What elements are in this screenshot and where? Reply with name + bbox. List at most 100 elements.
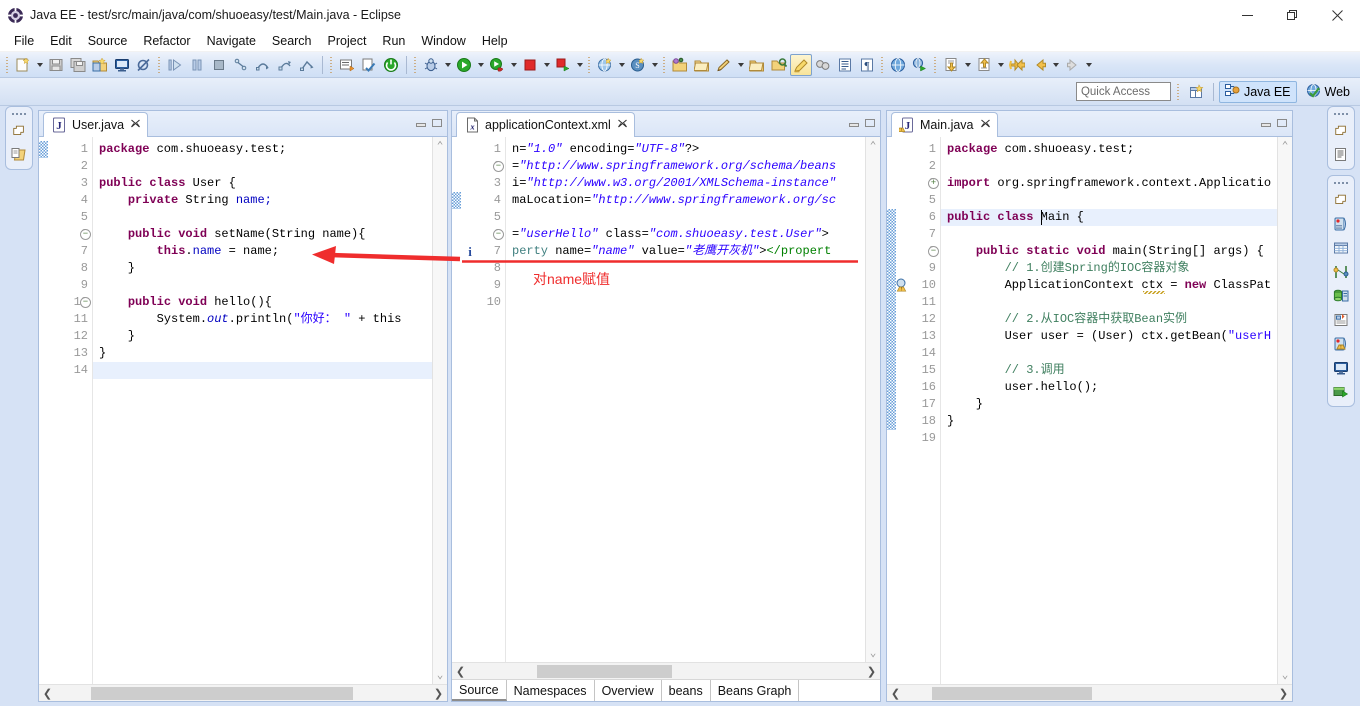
toolbar-button-save[interactable] [45,54,67,76]
scrollbar-thumb[interactable] [91,687,353,700]
toolbar-button-drop-to-frame[interactable] [296,54,318,76]
tab-applicationcontext-xml[interactable]: x applicationContext.xml [456,112,635,137]
toolbar-button-link-editor[interactable] [812,54,834,76]
toolbar-grip[interactable] [662,55,667,74]
chevron-down-icon[interactable] [616,54,627,76]
xml-tab-namespaces[interactable]: Namespaces [507,680,595,701]
code-area[interactable]: n="1.0" encoding="UTF-8"?> ="http://www.s… [506,137,880,662]
scrollbar-thumb[interactable] [537,665,672,678]
toolbar-button-toggle-block-selection[interactable] [834,54,856,76]
vertical-scrollbar[interactable]: ⌃ ⌄ [865,137,880,662]
toolbar-button-previous-annotation[interactable] [973,54,995,76]
toolbar-grip[interactable] [329,55,334,74]
toolbar-grip[interactable] [880,55,885,74]
toolbar-button-open-console[interactable] [111,54,133,76]
fast-view-properties-table[interactable] [1330,237,1352,258]
toolbar-button-show-whitespace[interactable]: ¶ [856,54,878,76]
toolbar-button-last-edit-location[interactable] [1006,54,1028,76]
scroll-up-icon[interactable]: ⌃ [1282,139,1289,153]
minimize-view-icon[interactable] [415,117,427,131]
code-area[interactable]: package com.shuoeasy.test; public class U… [93,137,447,684]
chevron-down-icon[interactable] [475,54,486,76]
toolbar-button-save-all[interactable] [67,54,89,76]
horizontal-scrollbar[interactable]: ❮ ❯ [887,684,1292,701]
scroll-up-icon[interactable]: ⌃ [870,139,877,153]
drag-handle[interactable] [1334,110,1348,117]
folding-collapse-icon[interactable]: − [493,229,504,240]
toolbar-grip[interactable] [587,55,592,74]
scroll-right-icon[interactable]: ❯ [1275,687,1292,700]
xml-tab-overview[interactable]: Overview [595,680,662,701]
toolbar-button-step-over[interactable] [252,54,274,76]
scroll-right-icon[interactable]: ❯ [863,665,880,678]
toolbar-button-new-wizard[interactable] [12,54,34,76]
fast-view-outline[interactable] [1330,144,1352,165]
chevron-down-icon[interactable] [1083,54,1094,76]
scroll-down-icon[interactable]: ⌄ [1282,668,1289,682]
menu-item-edit[interactable]: Edit [42,31,80,51]
chevron-down-icon[interactable] [574,54,585,76]
minimize-view-icon[interactable] [1260,117,1272,131]
chevron-down-icon[interactable] [1050,54,1061,76]
close-icon[interactable] [617,119,627,131]
toolbar-button-terminate[interactable] [208,54,230,76]
scroll-right-icon[interactable]: ❯ [430,687,447,700]
folding-expand-icon[interactable]: + [928,178,939,189]
fast-view-progress[interactable] [1330,381,1352,402]
minimize-button[interactable] [1225,0,1270,30]
toolbar-button-run[interactable] [453,54,475,76]
fast-view-servers[interactable] [1330,213,1352,234]
folding-collapse-icon[interactable]: − [493,161,504,172]
xml-tab-beans-graph[interactable]: Beans Graph [711,680,800,701]
fast-view-restore[interactable] [8,120,30,141]
fast-view-markers[interactable] [1330,261,1352,282]
perspective-web[interactable]: Web [1300,81,1356,103]
marker-ruler[interactable]: i [461,137,478,662]
toolbar-button-open-type[interactable] [746,54,768,76]
toolbar-button-highlight[interactable] [790,53,812,76]
menu-item-file[interactable]: File [6,31,42,51]
fast-view-snippets[interactable] [1330,309,1352,330]
marker-ruler[interactable]: ! [896,137,913,684]
toolbar-button-next-annotation[interactable] [940,54,962,76]
open-perspective-icon[interactable] [1186,81,1208,103]
info-marker-icon[interactable]: i [462,243,478,260]
menu-item-source[interactable]: Source [80,31,136,51]
close-icon[interactable] [980,119,990,131]
maximize-view-icon[interactable] [864,117,876,131]
chevron-down-icon[interactable] [508,54,519,76]
maximize-view-icon[interactable] [1276,117,1288,131]
chevron-down-icon[interactable] [34,54,45,76]
folding-collapse-icon[interactable]: − [80,297,91,308]
horizontal-scrollbar[interactable]: ❮ ❯ [39,684,447,701]
vertical-scrollbar[interactable]: ⌃ ⌄ [1277,137,1292,684]
toolbar-grip[interactable] [1175,82,1181,101]
scroll-left-icon[interactable]: ❮ [887,687,904,700]
drag-handle[interactable] [1334,179,1348,186]
tab-main-java[interactable]: J! Main.java [891,112,998,137]
toolbar-button-back[interactable] [1028,54,1050,76]
chevron-down-icon[interactable] [735,54,746,76]
close-icon[interactable] [131,119,141,131]
scroll-down-icon[interactable]: ⌄ [437,668,444,682]
fast-view-console[interactable] [1330,357,1352,378]
toolbar-grip[interactable] [5,55,10,74]
horizontal-scrollbar[interactable]: ❮ ❯ [452,662,880,679]
scroll-up-icon[interactable]: ⌃ [437,139,444,153]
toolbar-grip[interactable] [157,55,162,74]
toolbar-button-edit[interactable] [713,54,735,76]
menu-item-window[interactable]: Window [413,31,473,51]
toolbar-grip[interactable] [413,55,418,74]
toolbar-button-skip-breakpoints[interactable] [133,54,155,76]
warning-marker-icon[interactable]: ! [896,277,912,294]
toolbar-button-spring-tools[interactable]: S [627,54,649,76]
toolbar-button-coverage[interactable] [486,54,508,76]
toolbar-button-open-browser[interactable] [594,54,616,76]
scroll-down-icon[interactable]: ⌄ [870,646,877,660]
toolbar-grip[interactable] [933,55,938,74]
toolbar-button-power[interactable] [380,54,402,76]
fast-view-project-explorer[interactable] [8,144,30,165]
toolbar-button-validate[interactable] [358,54,380,76]
xml-tab-source[interactable]: Source [452,680,507,701]
toolbar-button-suspend[interactable] [186,54,208,76]
